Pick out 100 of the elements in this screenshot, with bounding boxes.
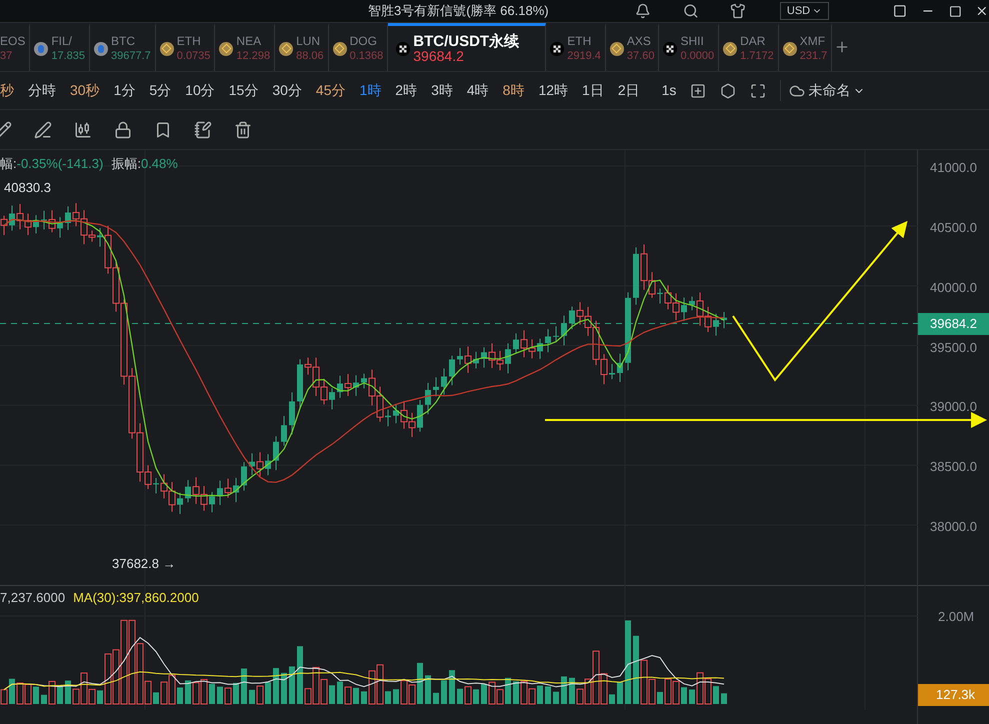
currency-dropdown[interactable]: USD	[780, 2, 830, 20]
fullscreen-icon[interactable]	[750, 82, 766, 98]
timeframe-tab[interactable]: 3時	[431, 80, 453, 101]
ticker-price: 0.1368	[350, 48, 384, 64]
ticker-tab[interactable]: NEA 12.298	[215, 23, 276, 71]
note-edit-icon[interactable]	[194, 120, 212, 138]
checker-logo-icon	[396, 42, 410, 56]
restore-icon[interactable]	[893, 4, 907, 18]
low-price-mark: 37682.8 →	[112, 555, 176, 573]
ticker-price: 231.7	[800, 48, 828, 64]
timeframe-tab[interactable]: 15分	[228, 80, 258, 101]
price-axis-label: 39000.0	[930, 398, 977, 416]
coin-icon	[219, 42, 234, 56]
ticker-price: 12.298	[236, 48, 270, 64]
timeframe-tab[interactable]: 2時	[395, 80, 418, 101]
ticker-price: 88.06	[296, 48, 324, 64]
ticker-price: 39677.7	[111, 48, 151, 64]
timeframe-tab[interactable]: 1時	[359, 80, 382, 101]
candles-icon[interactable]	[74, 120, 92, 138]
timeframe-tab[interactable]: 12時	[538, 80, 568, 101]
coin-icon	[94, 42, 108, 56]
ticker-symbol: SHII	[680, 34, 705, 48]
coin-icon	[782, 42, 797, 56]
ticker-tab[interactable]: XMF 231.7	[778, 23, 832, 71]
ticker-symbol: LUN	[296, 34, 322, 48]
ticker-tab[interactable]: LUN 88.06	[275, 23, 329, 71]
coin-icon	[34, 42, 48, 56]
stat-value: 0.48%	[140, 155, 178, 173]
ticker-symbol: NEA	[236, 34, 262, 48]
timeframe-tab[interactable]: 5分	[149, 80, 172, 101]
maximize-icon[interactable]	[948, 4, 962, 18]
ticker-tab[interactable]: DOG 0.1368	[328, 23, 388, 71]
ticker-tab[interactable]: SHII 0.0000	[659, 23, 720, 71]
timeframe-tab[interactable]: 1分	[114, 80, 136, 101]
coin-icon	[279, 42, 294, 56]
ticker-tab[interactable]: EOS 37	[0, 23, 30, 71]
coin-icon	[610, 42, 624, 56]
ticker-symbol: ETH	[567, 34, 592, 48]
price-axis-label: 38000.0	[930, 518, 977, 536]
ticker-tab[interactable]: FIL/ 17.835	[30, 23, 90, 71]
bell-icon[interactable]	[634, 3, 651, 19]
current-price-badge: 39684.2	[918, 313, 989, 335]
layout-menu[interactable]: 未命名	[780, 80, 866, 101]
stat-label: 幅:	[0, 155, 17, 173]
ticker-tab[interactable]: AXS 37.60	[606, 23, 660, 71]
add-indicator-icon[interactable]	[690, 82, 706, 98]
volume-ma-value: MA(30):397,860.2000	[73, 589, 199, 607]
shirt-icon[interactable]	[730, 3, 746, 19]
ticker-symbol: ETH	[176, 34, 202, 48]
price-axis-label: 41000.0	[930, 159, 977, 177]
ticker-price: 39684.2	[413, 48, 465, 64]
lock-icon[interactable]	[114, 120, 132, 138]
ticker-symbol: DOG	[350, 34, 378, 48]
ticker-tab[interactable]: DAR 1.7172	[719, 23, 779, 71]
close-icon[interactable]	[975, 4, 989, 18]
search-icon[interactable]	[682, 3, 698, 19]
window-title: 智胜3号有新信號(勝率 66.18%)	[368, 2, 550, 20]
ticker-price: 0.0000	[680, 48, 714, 64]
timeframe-tab[interactable]: 10分	[185, 80, 215, 101]
cloud-icon	[789, 82, 806, 98]
ticker-tab[interactable]: BTC/USDT永续 39684.2	[388, 23, 546, 71]
ticker-tab[interactable]: BTC 39677.7	[90, 23, 156, 71]
volume-axis-label: 2.00M	[938, 608, 974, 626]
pen-icon[interactable]	[34, 120, 52, 138]
checker-logo-icon	[663, 42, 678, 56]
timeframe-tab[interactable]: 秒	[0, 80, 14, 101]
interval-button[interactable]: 1s	[662, 80, 676, 101]
ticker-symbol: FIL/	[51, 34, 74, 48]
price-axis-label: 40500.0	[930, 218, 977, 237]
timeframe-tab[interactable]: 2日	[618, 80, 640, 101]
current-volume-badge: 127.3k	[918, 684, 989, 706]
ticker-tab[interactable]: ETH 0.0735	[156, 23, 216, 71]
ticker-symbol: XMF	[800, 34, 826, 48]
timeframe-tab[interactable]: 4時	[466, 80, 489, 101]
price-axis-label: 38500.0	[930, 458, 977, 476]
volume-ma-value: 7,237.6000	[0, 589, 66, 607]
ticker-tab[interactable]: ETH 2919.4	[546, 23, 606, 71]
timeframe-tab[interactable]: 30秒	[70, 80, 100, 101]
timeframe-tab[interactable]: 30分	[272, 80, 302, 101]
ticker-symbol: BTC/USDT永续	[413, 34, 520, 48]
ticker-price: 1.7172	[740, 48, 774, 64]
bookmark-icon[interactable]	[154, 120, 172, 138]
timeframe-tab[interactable]: 8時	[502, 80, 524, 101]
ticker-symbol: DAR	[740, 34, 766, 48]
stat-label: 振幅:	[111, 155, 141, 173]
ticker-price: 37	[0, 48, 14, 64]
settings-icon[interactable]	[720, 82, 736, 98]
coin-icon	[723, 42, 738, 56]
ticker-price: 0.0735	[176, 48, 210, 64]
price-axis-label: 40000.0	[930, 278, 977, 297]
ticker-price: 17.835	[51, 48, 85, 64]
coin-icon	[332, 42, 347, 56]
ticker-symbol: AXS	[626, 34, 652, 48]
timeframe-tab[interactable]: 1日	[582, 80, 604, 101]
ticker-symbol: EOS	[0, 34, 26, 48]
trash-icon[interactable]	[234, 120, 252, 138]
checker-logo-icon	[550, 42, 564, 56]
timeframe-tab[interactable]: 45分	[316, 80, 346, 101]
timeframe-tab[interactable]: 分時	[28, 80, 56, 101]
price-axis-label: 39500.0	[930, 338, 977, 357]
